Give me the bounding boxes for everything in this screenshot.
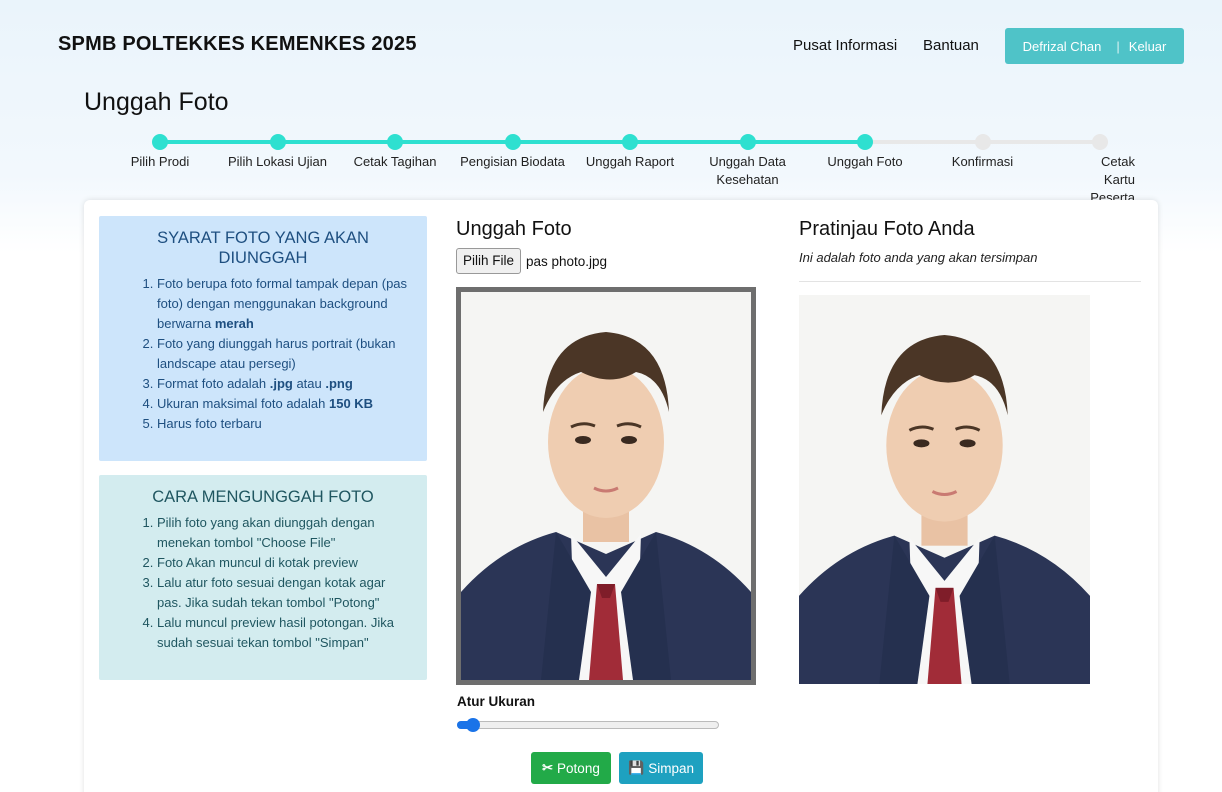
step-label: Pilih Prodi <box>130 154 190 169</box>
instruction-item: Pilih foto yang akan diunggah dengan men… <box>157 513 411 553</box>
requirement-item: Format foto adalah .jpg atau .png <box>157 374 411 394</box>
instruction-item: Lalu atur foto sesuai dengan kotak agar … <box>157 573 411 613</box>
requirement-item: Foto yang diunggah harus portrait (bukan… <box>157 334 411 374</box>
progress-stepper: Pilih Prodi Pilih Lokasi Ujian Cetak Tagih… <box>100 130 1160 205</box>
divider <box>799 281 1141 282</box>
step-2: Pilih Lokasi Ujian <box>218 130 338 171</box>
nav-link-pusat-informasi[interactable]: Pusat Informasi <box>793 37 897 54</box>
step-label: Unggah Data Kesehatan <box>709 154 786 187</box>
step-dot <box>269 134 286 150</box>
step-label: Cetak Tagihan <box>353 154 437 169</box>
brand-title[interactable]: SPMB POLTEKKES KEMENKES 2025 <box>58 33 417 56</box>
step-label: Konfirmasi <box>951 154 1014 169</box>
slider-rail[interactable] <box>457 721 719 729</box>
nav-link-bantuan[interactable]: Bantuan <box>923 37 979 54</box>
page-title: Unggah Foto <box>84 88 229 116</box>
separator: | <box>1116 38 1120 54</box>
instructions-list: Pilih foto yang akan diunggah dengan men… <box>115 513 411 653</box>
save-button-label: Simpan <box>648 760 694 776</box>
step-label: Pengisian Biodata <box>460 154 565 169</box>
preview-subtitle: Ini adalah foto anda yang akan tersimpan <box>799 250 1038 265</box>
instruction-item: Foto Akan muncul di kotak preview <box>157 553 411 573</box>
preview-image <box>799 295 1090 684</box>
requirement-item: Foto berupa foto formal tampak depan (pa… <box>157 274 411 334</box>
slider-handle[interactable] <box>466 718 480 732</box>
upload-card: SYARAT FOTO YANG AKAN DIUNGGAH Foto beru… <box>84 200 1158 792</box>
top-navbar: SPMB POLTEKKES KEMENKES 2025 Pusat Infor… <box>0 0 1222 90</box>
requirements-list: Foto berupa foto formal tampak depan (pa… <box>115 274 411 434</box>
step-dot <box>387 134 403 150</box>
step-dot <box>152 134 168 150</box>
instructions-title: CARA MENGUNGGAH FOTO <box>152 488 374 506</box>
photo-requirements-box: SYARAT FOTO YANG AKAN DIUNGGAH Foto beru… <box>99 216 427 461</box>
step-8: Konfirmasi <box>923 130 1043 171</box>
cropped-photo-preview <box>799 295 1090 684</box>
step-9: Cetak Kartu Peserta <box>1040 130 1160 207</box>
save-button[interactable]: 💾 Simpan <box>619 752 703 784</box>
step-label: Unggah Raport <box>585 154 675 169</box>
step-4: Pengisian Biodata <box>453 130 573 171</box>
step-7: Unggah Foto <box>805 130 925 171</box>
step-dot <box>857 134 873 150</box>
step-dot <box>622 134 638 150</box>
step-1: Pilih Prodi <box>100 130 220 171</box>
scissors-icon: ✂ <box>542 760 554 775</box>
choose-file-button[interactable]: Pilih File <box>456 248 522 274</box>
crop-button-label: Potong <box>557 760 600 776</box>
step-6: Unggah Data Kesehatan <box>688 130 808 189</box>
user-account-button[interactable]: Defrizal Chan | Keluar <box>1005 28 1184 64</box>
step-5: Unggah Raport <box>570 130 690 171</box>
step-3: Cetak Tagihan <box>335 130 455 171</box>
portrait-photo <box>461 292 751 680</box>
resize-label: Atur Ukuran <box>457 694 536 709</box>
requirement-item: Harus foto terbaru <box>157 414 411 434</box>
step-label: Cetak Kartu Peserta <box>1090 154 1135 205</box>
logout-link[interactable]: Keluar <box>1129 39 1167 54</box>
upload-title: Unggah Foto <box>456 218 572 240</box>
step-dot <box>739 134 756 150</box>
step-dot <box>1092 134 1108 150</box>
resize-slider[interactable] <box>457 718 719 732</box>
upload-instructions-box: CARA MENGUNGGAH FOTO Pilih foto yang aka… <box>99 475 427 680</box>
step-dot <box>974 134 991 150</box>
step-dot <box>504 134 521 150</box>
selected-file-name: pas photo.jpg <box>526 254 608 269</box>
floppy-disk-icon: 💾 <box>628 760 645 775</box>
user-name[interactable]: Defrizal Chan <box>1023 39 1102 54</box>
instruction-item: Lalu muncul preview hasil potongan. Jika… <box>157 613 411 653</box>
requirement-item: Ukuran maksimal foto adalah 150 KB <box>157 394 411 414</box>
crop-area[interactable] <box>456 287 756 685</box>
requirements-title: SYARAT FOTO YANG AKAN DIUNGGAH <box>157 229 369 267</box>
preview-title: Pratinjau Foto Anda <box>799 218 975 240</box>
step-label: Unggah Foto <box>827 154 903 169</box>
crop-button[interactable]: ✂ Potong <box>531 752 611 784</box>
step-label: Pilih Lokasi Ujian <box>228 154 327 169</box>
